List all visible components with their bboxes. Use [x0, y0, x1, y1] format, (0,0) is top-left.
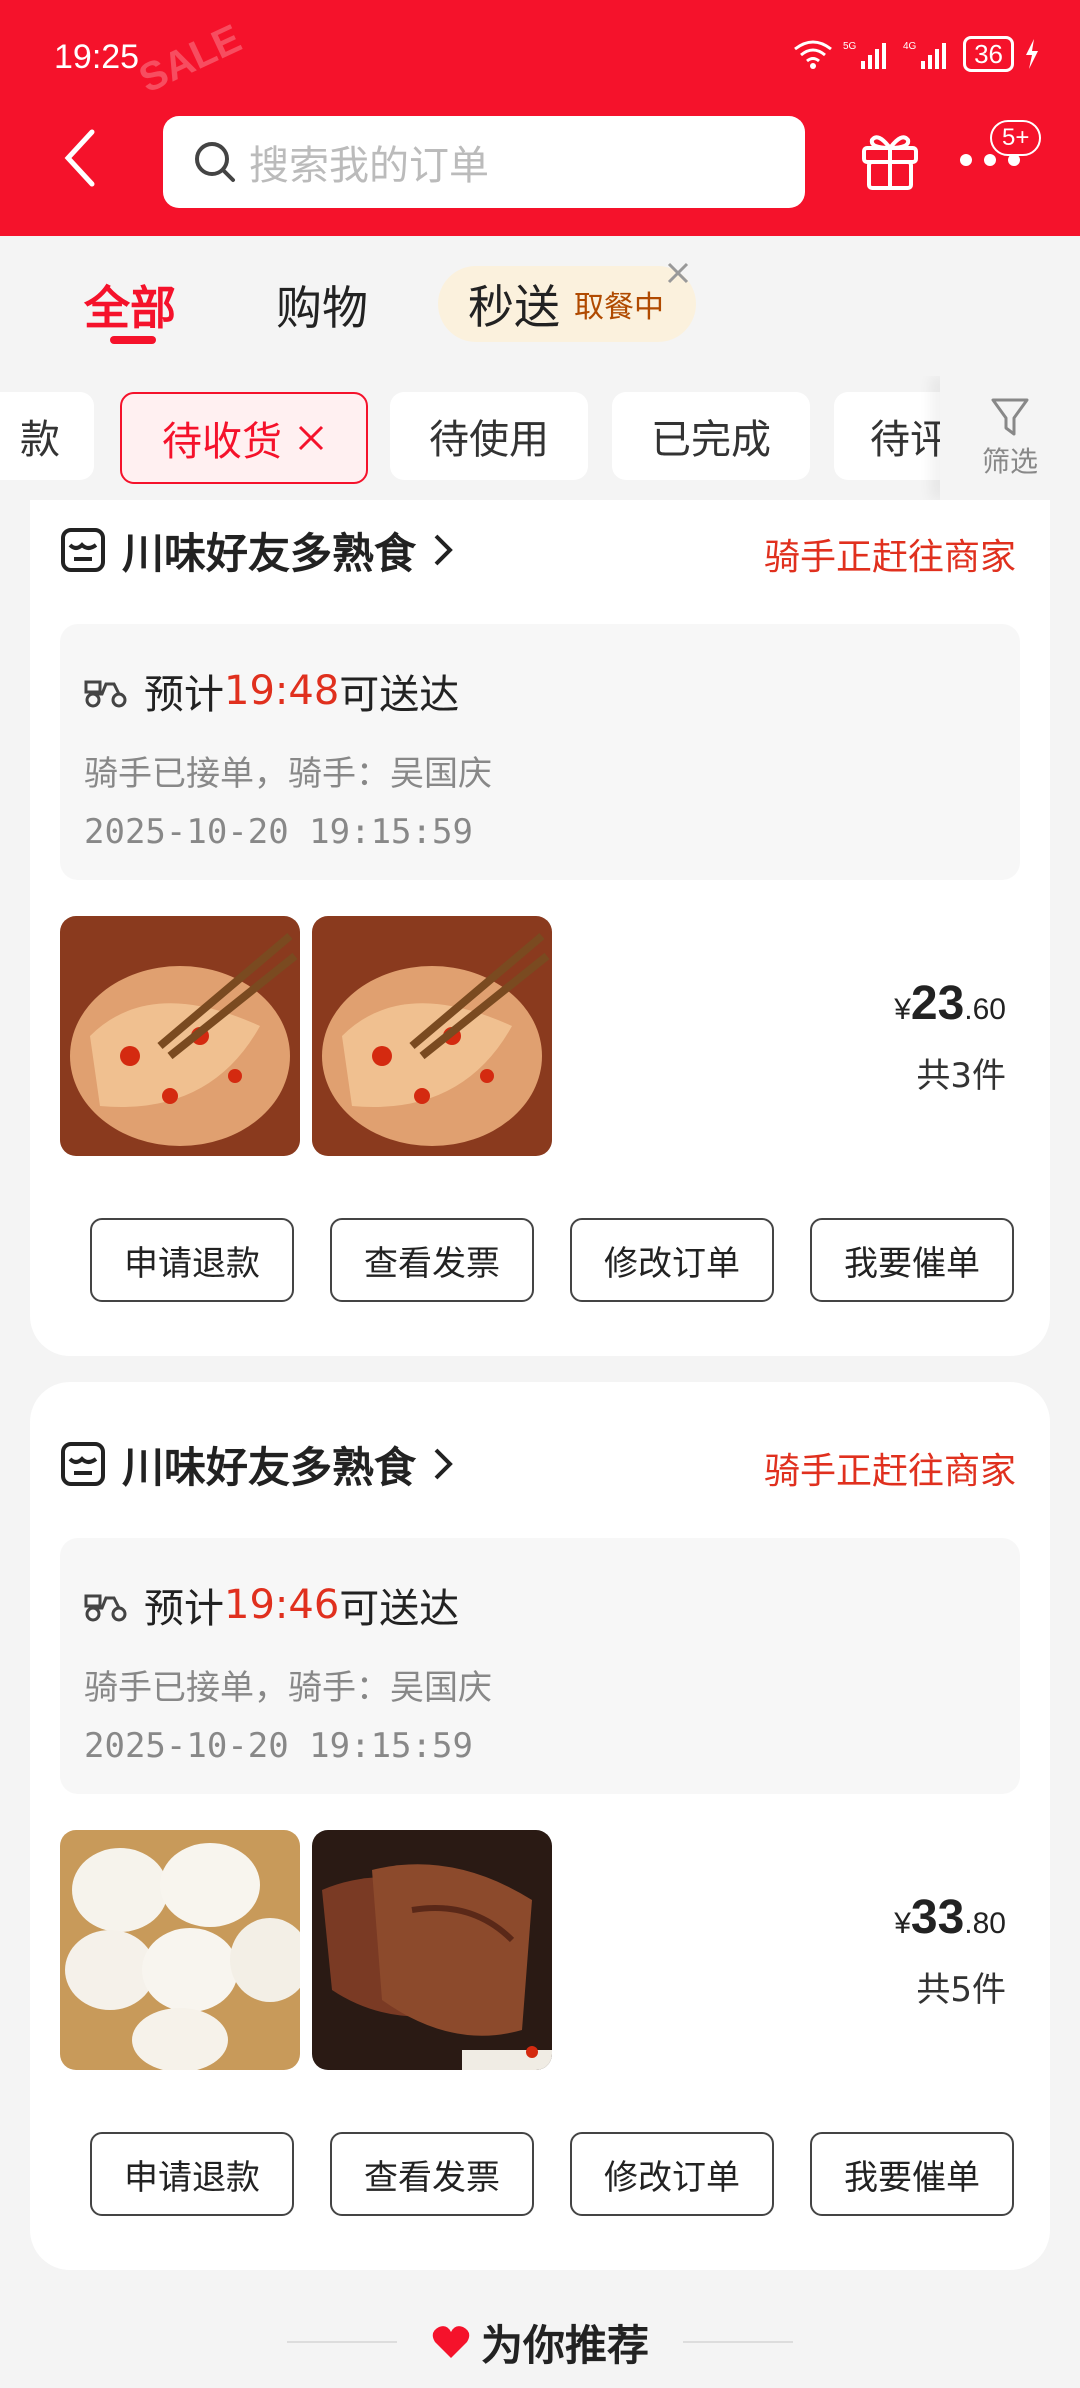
gift-icon[interactable]: [860, 128, 920, 192]
filter-label: 筛选: [981, 445, 1038, 478]
chevron-right-icon: [434, 1448, 453, 1480]
chevron-right-icon: [434, 534, 453, 566]
scooter-icon: [84, 680, 127, 708]
signal-5g-icon: 5G: [843, 41, 887, 69]
urge-order-button[interactable]: 我要催单: [810, 2132, 1014, 2216]
heart-icon: [432, 2326, 470, 2358]
chip-to-receive-label: 待收货: [162, 419, 282, 465]
chip-to-use[interactable]: 待使用: [390, 392, 588, 480]
product-image[interactable]: [60, 916, 300, 1156]
eta-line: 预计 19:46 可送达: [84, 1576, 459, 1634]
modify-order-button[interactable]: 修改订单: [570, 1218, 774, 1302]
status-icons: 5G 4G 36: [793, 36, 1040, 72]
recommend-title: 为你推荐: [480, 2320, 649, 2370]
close-icon[interactable]: [665, 260, 691, 286]
battery-indicator: 36: [963, 36, 1014, 72]
eta-prefix: 预计: [144, 1586, 224, 1632]
charging-icon: [1026, 39, 1038, 69]
price-integer: 23: [910, 977, 965, 1030]
order-status: 骑手正赶往商家: [763, 1451, 1016, 1492]
store-name: 川味好友多熟食: [122, 1442, 417, 1492]
filter-button[interactable]: 筛选: [940, 376, 1080, 500]
filter-funnel-icon: [991, 398, 1029, 436]
product-image[interactable]: [312, 1830, 552, 2070]
invoice-button[interactable]: 查看发票: [330, 2132, 534, 2216]
delivery-info: 预计 19:48 可送达 骑手已接单，骑手：吴国庆 2025-10-20 19:15…: [60, 624, 1020, 880]
price-decimal: .60: [964, 993, 1006, 1026]
order-card[interactable]: 川味好友多熟食 骑手正赶往商家 预计 19:48 可送达 骑手已接单，骑手：吴国庆 …: [30, 500, 1050, 1356]
tab-instant-sub: 取餐中: [574, 290, 664, 325]
invoice-button[interactable]: 查看发票: [330, 1218, 534, 1302]
order-price: ¥23.60: [894, 976, 1006, 1031]
order-price: ¥33.80: [894, 1890, 1006, 1945]
eta-time: 19:48: [224, 668, 340, 714]
eta-time: 19:46: [224, 1582, 340, 1628]
urge-order-button[interactable]: 我要催单: [810, 1218, 1014, 1302]
product-image[interactable]: [312, 916, 552, 1156]
order-timestamp: 2025-10-20 19:15:59: [84, 812, 473, 852]
signal-4g-icon: 4G: [903, 41, 947, 69]
delivery-info: 预计 19:46 可送达 骑手已接单，骑手：吴国庆 2025-10-20 19:15…: [60, 1538, 1020, 1794]
header-bar: SALE 19:25 5G 4G 36 搜索我的订单 5+: [0, 0, 1080, 236]
modify-order-button[interactable]: 修改订单: [570, 2132, 774, 2216]
refund-button[interactable]: 申请退款: [90, 1218, 294, 1302]
notification-badge: 5+: [990, 120, 1042, 156]
search-input[interactable]: 搜索我的订单: [163, 116, 805, 208]
price-decimal: .80: [964, 1907, 1006, 1940]
chip-to-review-label: 待评: [870, 417, 950, 463]
search-placeholder: 搜索我的订单: [249, 143, 489, 189]
order-card[interactable]: 川味好友多熟食 骑手正赶往商家 预计 19:46 可送达 骑手已接单，骑手：吴国庆 …: [30, 1382, 1050, 2270]
tab-shopping[interactable]: 购物: [276, 272, 368, 338]
price-currency: ¥: [894, 1907, 911, 1940]
eta-suffix: 可送达: [339, 672, 460, 718]
item-count: 共3件: [916, 1056, 1006, 1096]
scooter-icon: [84, 1594, 127, 1622]
store-row[interactable]: 川味好友多熟食: [60, 1424, 454, 1504]
chip-completed[interactable]: 已完成: [612, 392, 810, 480]
order-status: 骑手正赶往商家: [763, 537, 1016, 578]
order-tabs: 全部 购物 秒送 取餐中: [0, 236, 1080, 376]
rider-info: 骑手已接单，骑手：吴国庆: [84, 754, 492, 794]
eta-suffix: 可送达: [339, 1586, 460, 1632]
chip-refund[interactable]: 款: [0, 392, 94, 480]
rider-info: 骑手已接单，骑手：吴国庆: [84, 1668, 492, 1708]
refund-button[interactable]: 申请退款: [90, 2132, 294, 2216]
item-count: 共5件: [916, 1970, 1006, 2010]
divider: [286, 2341, 397, 2343]
store-icon: [61, 528, 105, 572]
divider: [683, 2341, 793, 2343]
recommend-section-header: 为你推荐: [0, 2296, 1080, 2388]
chip-to-receive[interactable]: 待收货: [120, 392, 368, 484]
back-arrow-icon[interactable]: [60, 128, 100, 188]
price-integer: 33: [910, 1891, 965, 1944]
chip-refund-label: 款: [20, 417, 60, 463]
eta-prefix: 预计: [144, 672, 224, 718]
store-name: 川味好友多熟食: [122, 528, 417, 578]
tab-active-indicator: [110, 336, 156, 344]
svg-text:4G: 4G: [903, 41, 917, 52]
filter-chips: 款 待收货 待使用 已完成 待评 筛选: [0, 376, 1080, 500]
chip-close-icon[interactable]: [296, 423, 326, 453]
status-time: 19:25: [54, 38, 140, 76]
store-row[interactable]: 川味好友多熟食: [60, 510, 454, 590]
order-timestamp: 2025-10-20 19:15:59: [84, 1726, 473, 1766]
tab-instant-delivery[interactable]: 秒送 取餐中: [438, 266, 696, 342]
svg-text:5G: 5G: [843, 41, 857, 52]
wifi-icon: [794, 40, 832, 69]
search-icon: [195, 142, 235, 182]
tab-instant-label: 秒送: [468, 280, 560, 334]
store-icon: [61, 1442, 105, 1486]
tab-all[interactable]: 全部: [84, 272, 176, 338]
eta-line: 预计 19:48 可送达: [84, 662, 459, 720]
price-currency: ¥: [894, 993, 911, 1026]
product-image[interactable]: [60, 1830, 300, 2070]
